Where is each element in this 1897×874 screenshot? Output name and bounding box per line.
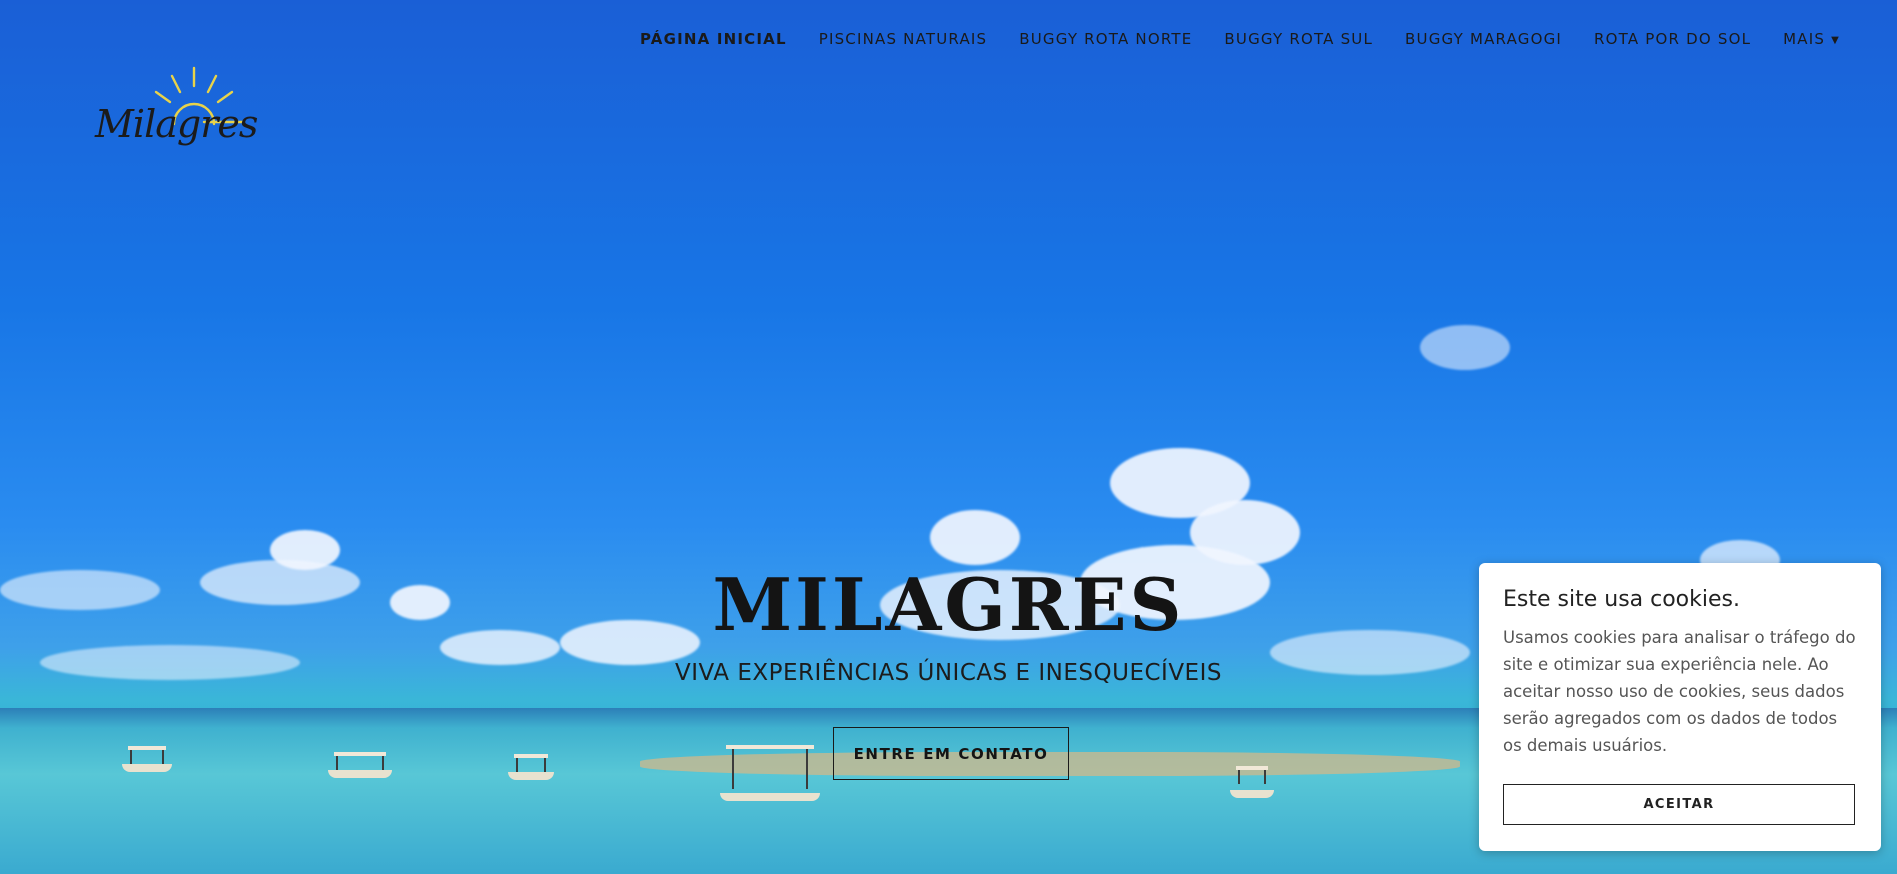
site-logo[interactable]: Milagres (92, 64, 258, 168)
nav-item-mais[interactable]: MAIS ▼ (1767, 30, 1856, 48)
main-nav: PÁGINA INICIAL PISCINAS NATURAIS BUGGY R… (624, 30, 1856, 48)
cookie-banner: Este site usa cookies. Usamos cookies pa… (1479, 563, 1881, 851)
contact-button[interactable]: ENTRE EM CONTATO (833, 727, 1069, 780)
nav-label: BUGGY ROTA SUL (1224, 30, 1374, 48)
cloud (1420, 325, 1510, 370)
cookie-title: Este site usa cookies. (1503, 587, 1740, 612)
boat (122, 746, 172, 772)
nav-label: ROTA POR DO SOL (1594, 30, 1752, 48)
boat (508, 754, 554, 780)
nav-item-buggy-maragogi[interactable]: BUGGY MARAGOGI (1389, 30, 1578, 48)
boat (1230, 766, 1274, 798)
cloud (930, 510, 1020, 565)
boat (720, 745, 820, 801)
nav-item-buggy-rota-norte[interactable]: BUGGY ROTA NORTE (1003, 30, 1208, 48)
nav-item-piscinas-naturais[interactable]: PISCINAS NATURAIS (803, 30, 1004, 48)
nav-item-buggy-rota-sul[interactable]: BUGGY ROTA SUL (1208, 30, 1389, 48)
nav-item-pagina-inicial[interactable]: PÁGINA INICIAL (624, 30, 803, 48)
cookie-text: Usamos cookies para analisar o tráfego d… (1503, 628, 1856, 755)
logo-text: Milagres (95, 102, 258, 146)
nav-label: BUGGY ROTA NORTE (1019, 30, 1193, 48)
boat (328, 752, 392, 778)
nav-label: PÁGINA INICIAL (639, 30, 787, 48)
nav-label: MAIS (1783, 30, 1826, 48)
caret-down-icon: ▼ (1831, 35, 1840, 46)
accept-cookies-button[interactable]: ACEITAR (1503, 784, 1855, 825)
nav-label: BUGGY MARAGOGI (1405, 30, 1563, 48)
nav-item-rota-por-do-sol[interactable]: ROTA POR DO SOL (1578, 30, 1767, 48)
nav-label: PISCINAS NATURAIS (818, 30, 988, 48)
